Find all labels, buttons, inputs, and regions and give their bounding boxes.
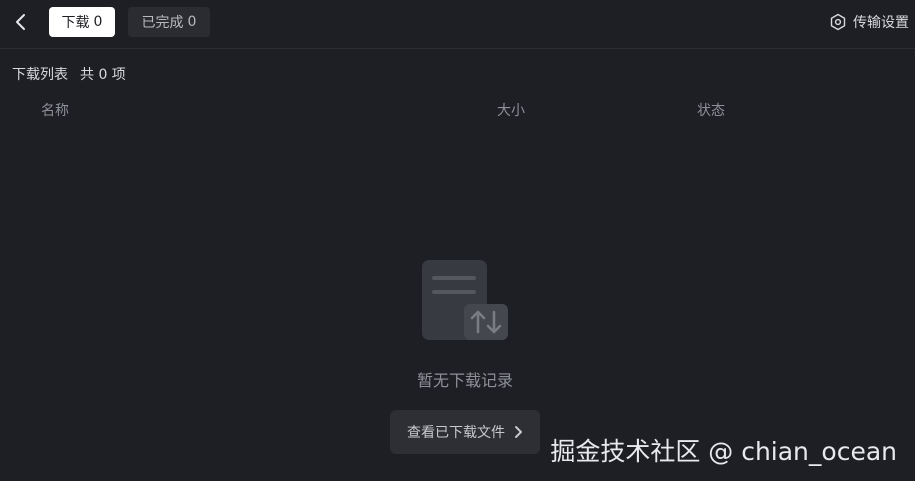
column-header-size[interactable]: 大小	[497, 100, 525, 120]
view-downloaded-files-label: 查看已下载文件	[407, 425, 505, 441]
tab-completed[interactable]: 已完成 0	[128, 7, 210, 37]
download-records-empty-icon	[422, 260, 508, 340]
download-list-title: 下载列表	[12, 67, 68, 83]
transfer-settings-label: 传输设置	[853, 15, 909, 31]
column-header-status[interactable]: 状态	[697, 100, 725, 120]
watermark: 掘金技术社区 @ chian_ocean	[550, 437, 897, 466]
tab-downloading-label: 下载	[61, 15, 90, 31]
tab-completed-label: 已完成	[141, 15, 184, 31]
column-header-name[interactable]: 名称	[41, 100, 69, 120]
back-button[interactable]	[8, 9, 34, 35]
download-list-count: 共 0 项	[80, 67, 126, 83]
chevron-right-icon	[515, 426, 522, 438]
tab-downloading[interactable]: 下载 0	[49, 7, 115, 37]
chevron-left-icon	[16, 14, 25, 30]
tab-downloading-count: 0	[93, 14, 103, 30]
transfer-settings-button[interactable]: 传输设置	[829, 11, 909, 33]
empty-state-message: 暂无下载记录	[416, 371, 513, 390]
tab-completed-count: 0	[187, 14, 197, 30]
gear-icon	[830, 13, 846, 31]
download-list-header: 下载列表 共 0 项	[12, 64, 126, 84]
top-toolbar: 下载 0 已完成 0 传输设置	[0, 0, 915, 49]
view-downloaded-files-button[interactable]: 查看已下载文件	[390, 410, 540, 454]
